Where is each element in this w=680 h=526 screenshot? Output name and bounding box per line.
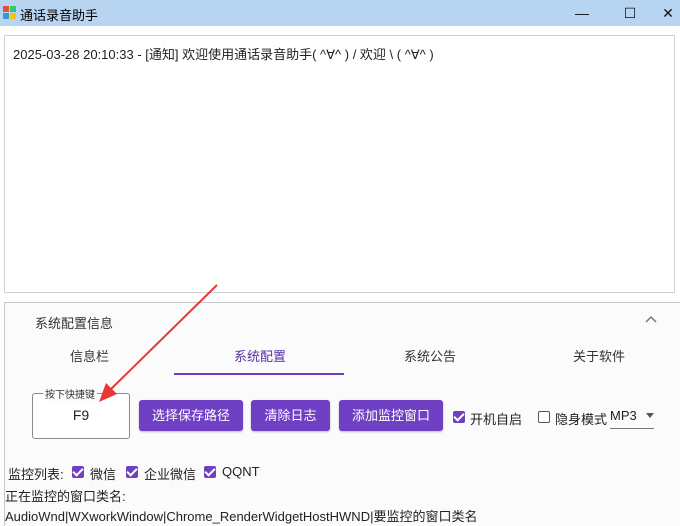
tab-announcement[interactable]: 系统公告 (404, 346, 456, 365)
add-monitor-window-button[interactable]: 添加监控窗口 (339, 400, 443, 431)
app-icon (3, 6, 16, 19)
format-select[interactable]: MP3 (610, 406, 654, 429)
tab-about[interactable]: 关于软件 (573, 346, 625, 365)
monitor-list-label: 监控列表: (8, 467, 64, 482)
log-line: 2025-03-28 20:10:33 - [通知] 欢迎使用通话录音助手( ^… (13, 47, 434, 62)
active-tab-indicator (174, 373, 344, 375)
hotkey-field[interactable]: 按下快捷键 F9 (32, 386, 130, 439)
monitor-item-label: 微信 (90, 467, 117, 482)
monitor-item-label: QQNT (222, 464, 260, 479)
format-value: MP3 (610, 408, 637, 423)
title-bar[interactable]: 通话录音助手 — ☐ ✕ (0, 0, 680, 26)
config-panel: 系统配置信息 信息栏 系统配置 系统公告 关于软件 按下快捷键 F9 选择保存路… (4, 302, 680, 526)
monitor-item-checkbox[interactable] (126, 466, 138, 478)
monitor-item-checkbox[interactable] (204, 466, 216, 478)
autostart-checkbox[interactable] (453, 411, 465, 423)
window-title: 通话录音助手 (20, 8, 99, 23)
log-textbox[interactable]: 2025-03-28 20:10:33 - [通知] 欢迎使用通话录音助手( ^… (4, 35, 675, 293)
close-button[interactable]: ✕ (646, 0, 680, 26)
window-classes-value[interactable]: AudioWnd|WXworkWindow|Chrome_RenderWidge… (5, 506, 477, 525)
stealth-checkbox[interactable] (538, 411, 550, 423)
minimize-button[interactable]: — (560, 0, 604, 26)
hotkey-label: 按下快捷键 (43, 386, 97, 401)
chevron-up-icon[interactable] (644, 313, 658, 325)
chevron-down-icon (646, 413, 654, 418)
clear-log-button[interactable]: 清除日志 (251, 400, 330, 431)
monitor-item-label: 企业微信 (144, 467, 197, 482)
tab-info[interactable]: 信息栏 (70, 346, 109, 365)
autostart-label: 开机自启 (470, 412, 523, 427)
hotkey-value: F9 (72, 407, 90, 423)
window-classes-label: 正在监控的窗口类名: (5, 489, 126, 504)
monitor-item-checkbox[interactable] (72, 466, 84, 478)
select-save-path-button[interactable]: 选择保存路径 (139, 400, 243, 431)
tab-system-config[interactable]: 系统配置 (234, 346, 286, 365)
panel-title: 系统配置信息 (35, 316, 114, 331)
stealth-label: 隐身模式 (555, 412, 608, 427)
